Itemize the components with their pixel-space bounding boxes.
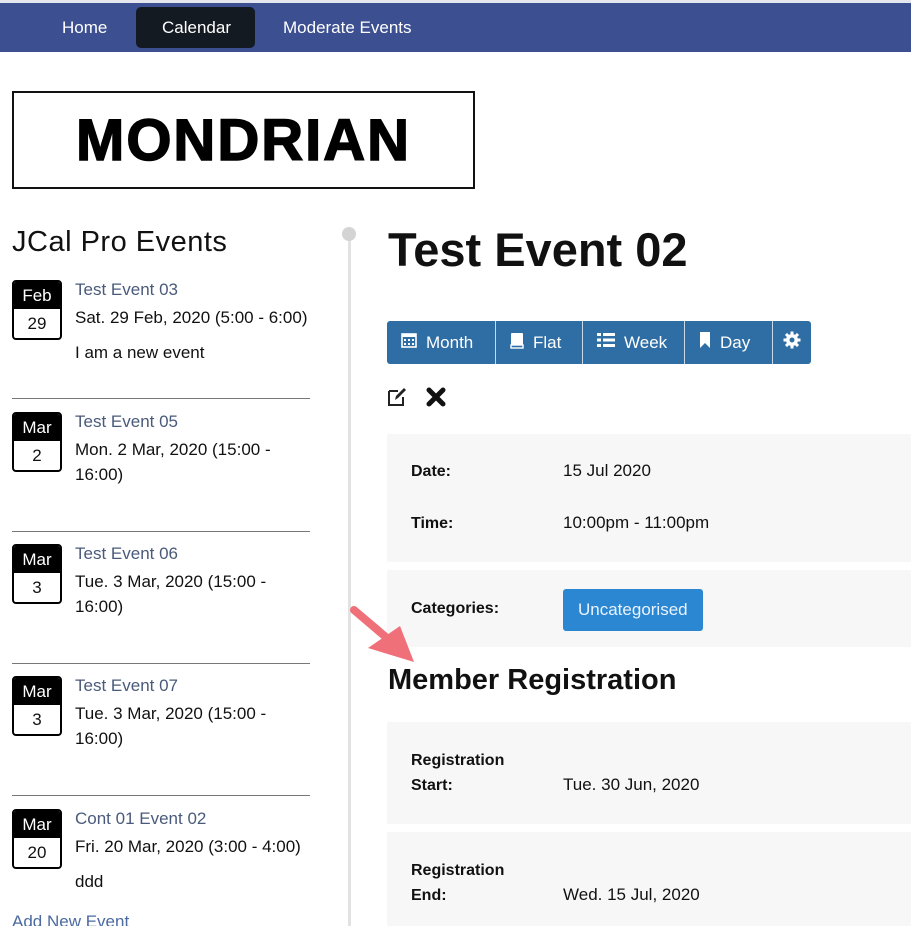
categories-label: Categories: — [411, 600, 500, 617]
date-badge-month: Mar — [14, 678, 60, 705]
bookmark-icon — [699, 332, 711, 353]
date-badge-month: Mar — [14, 811, 60, 838]
event-title-link[interactable]: Test Event 07 — [75, 676, 178, 696]
event-description: I am a new event — [75, 343, 205, 362]
event-actions — [387, 387, 446, 412]
event-divider — [12, 398, 310, 399]
day-view-label: Day — [720, 332, 751, 352]
sidebar-title: JCal Pro Events — [12, 226, 228, 258]
date-badge: Mar 3 — [12, 544, 62, 604]
event-title: Test Event 02 — [388, 223, 688, 276]
flat-view-label: Flat — [533, 332, 562, 352]
date-badge-day: 3 — [32, 710, 42, 729]
logo-text: MONDRIAN — [75, 107, 411, 174]
date-badge: Mar 3 — [12, 676, 62, 736]
event-list-item: Feb 29 Test Event 03 Sat. 29 Feb, 2020 (… — [12, 280, 312, 390]
event-datetime: Tue. 3 Mar, 2020 (15:00 - 16:00) — [75, 704, 267, 748]
gear-icon — [783, 331, 801, 354]
category-badge[interactable]: Uncategorised — [563, 589, 703, 631]
date-badge-month: Feb — [14, 282, 60, 309]
registration-start-label-line2: Start: — [411, 777, 453, 794]
date-badge: Mar 20 — [12, 809, 62, 869]
nav-item-home[interactable]: Home — [36, 7, 133, 48]
event-divider — [12, 531, 310, 532]
registration-end-label-line1: Registration — [411, 862, 505, 879]
book-icon — [510, 332, 524, 354]
event-list-item: Mar 3 Test Event 06 Tue. 3 Mar, 2020 (15… — [12, 544, 312, 654]
date-badge-month: Mar — [14, 414, 60, 441]
event-datetime: Mon. 2 Mar, 2020 (15:00 - 16:00) — [75, 440, 271, 484]
registration-start-value: Tue. 30 Jun, 2020 — [563, 775, 700, 794]
month-view-label: Month — [426, 332, 474, 352]
event-divider — [12, 663, 310, 664]
event-list-item: Mar 20 Cont 01 Event 02 Fri. 20 Mar, 202… — [12, 809, 312, 909]
divider-dot — [342, 227, 356, 241]
event-list-item: Mar 2 Test Event 05 Mon. 2 Mar, 2020 (15… — [12, 412, 312, 522]
event-description: ddd — [75, 872, 104, 891]
registration-end-panel: Registration End: Wed. 15 Jul, 2020 — [387, 832, 911, 926]
event-title-link[interactable]: Test Event 03 — [75, 280, 178, 300]
event-title-link[interactable]: Test Event 06 — [75, 544, 178, 564]
event-datetime: Fri. 20 Mar, 2020 (3:00 - 4:00) — [75, 837, 301, 856]
date-badge-day: 20 — [27, 843, 47, 862]
flat-view-button[interactable]: Flat — [496, 321, 583, 364]
week-view-label: Week — [624, 332, 668, 352]
event-details-panel: Date: 15 Jul 2020 Time: 10:00pm - 11:00p… — [387, 434, 911, 562]
week-view-button[interactable]: Week — [583, 321, 685, 364]
registration-start-label-line1: Registration — [411, 752, 505, 769]
registration-end-value: Wed. 15 Jul, 2020 — [563, 885, 700, 904]
event-title-link[interactable]: Cont 01 Event 02 — [75, 809, 206, 829]
delete-icon[interactable] — [426, 387, 446, 412]
event-datetime: Sat. 29 Feb, 2020 (5:00 - 6:00) — [75, 308, 308, 327]
month-view-button[interactable]: Month — [387, 321, 496, 364]
date-badge-month: Mar — [14, 546, 60, 573]
nav-item-moderate-events[interactable]: Moderate Events — [257, 7, 438, 48]
event-divider — [12, 795, 310, 796]
day-view-button[interactable]: Day — [685, 321, 773, 364]
event-title-link[interactable]: Test Event 05 — [75, 412, 178, 432]
date-label: Date: — [411, 463, 452, 480]
list-icon — [597, 332, 615, 353]
date-badge-day: 29 — [27, 314, 47, 333]
top-navigation: Home Calendar Moderate Events — [0, 0, 911, 52]
date-badge: Mar 2 — [12, 412, 62, 472]
date-badge: Feb 29 — [12, 280, 62, 340]
calendar-icon — [401, 332, 417, 353]
column-divider — [348, 233, 351, 926]
add-new-event-link[interactable]: Add New Event — [12, 912, 129, 926]
time-label: Time: — [411, 515, 454, 532]
event-list-item: Mar 3 Test Event 07 Tue. 3 Mar, 2020 (15… — [12, 676, 312, 786]
categories-panel: Categories: Uncategorised — [387, 570, 911, 647]
view-switcher: Month Flat Week Day — [387, 321, 811, 364]
registration-end-label-line2: End: — [411, 887, 447, 904]
date-badge-day: 3 — [32, 578, 42, 597]
registration-start-panel: Registration Start: Tue. 30 Jun, 2020 — [387, 722, 911, 824]
time-value: 10:00pm - 11:00pm — [563, 513, 710, 532]
site-logo[interactable]: MONDRIAN — [12, 91, 475, 189]
nav-item-calendar[interactable]: Calendar — [136, 7, 255, 48]
settings-button[interactable] — [773, 321, 811, 364]
date-badge-day: 2 — [32, 446, 42, 465]
date-value: 15 Jul 2020 — [563, 461, 651, 480]
edit-icon[interactable] — [387, 387, 407, 412]
annotation-arrow-icon — [348, 604, 418, 669]
member-registration-heading: Member Registration — [388, 664, 677, 696]
event-datetime: Tue. 3 Mar, 2020 (15:00 - 16:00) — [75, 572, 267, 616]
